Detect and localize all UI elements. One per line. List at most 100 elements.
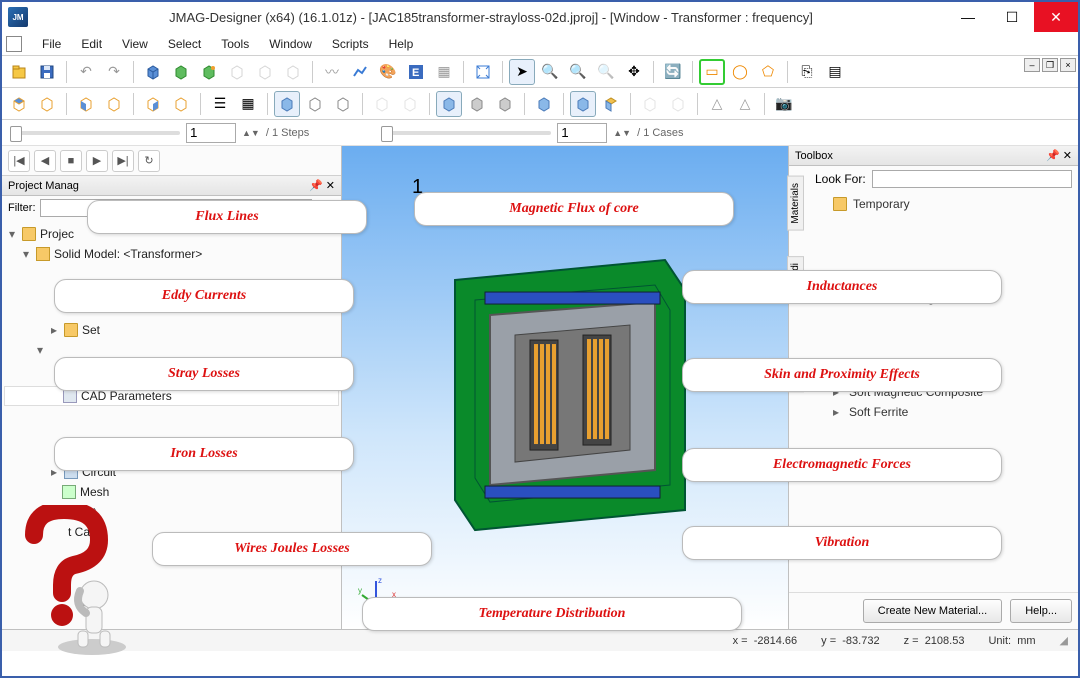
callout-emf: Electromagnetic Forces: [682, 448, 1002, 482]
render-1[interactable]: [436, 91, 462, 117]
tree-root[interactable]: Projec: [40, 227, 74, 241]
camera-button[interactable]: 📷: [771, 91, 797, 117]
menu-scripts[interactable]: Scripts: [322, 35, 379, 53]
panel-pin-icon[interactable]: 📌 ✕: [309, 179, 335, 192]
lookfor-input[interactable]: [872, 170, 1072, 188]
tree-cad-params[interactable]: CAD Parameters: [81, 389, 172, 403]
cube-disabled-1: [224, 59, 250, 85]
menu-help[interactable]: Help: [379, 35, 424, 53]
select-poly-button[interactable]: ⬠: [755, 59, 781, 85]
steps-slider-row: ▲▼ / 1 Steps ▲▼ / 1 Cases: [2, 120, 1078, 146]
zoom-plus-button[interactable]: 🔍: [537, 59, 563, 85]
grid-view-button[interactable]: ▦: [235, 91, 261, 117]
iso-1[interactable]: [531, 91, 557, 117]
fit-view-button[interactable]: [470, 59, 496, 85]
document-icon[interactable]: [6, 36, 22, 52]
vtab-materials[interactable]: Materials: [787, 176, 804, 231]
toolbar-2: ☰ ▦ △ △ 📷: [2, 88, 1078, 120]
maximize-button[interactable]: ☐: [990, 2, 1034, 32]
close-button[interactable]: ✕: [1034, 2, 1078, 32]
status-x: -2814.66: [754, 635, 797, 647]
solid-cube-button[interactable]: [140, 59, 166, 85]
save-button[interactable]: [34, 59, 60, 85]
resize-grip-icon[interactable]: ◢: [1060, 634, 1068, 647]
menu-select[interactable]: Select: [158, 35, 211, 53]
iso-3[interactable]: [598, 91, 624, 117]
menu-file[interactable]: File: [32, 35, 71, 53]
mat-ferrite[interactable]: Soft Ferrite: [849, 405, 908, 419]
select-circle-button[interactable]: ◯: [727, 59, 753, 85]
menu-bar: File Edit View Select Tools Window Scrip…: [2, 32, 1078, 56]
wf-1: [637, 91, 663, 117]
shade-1[interactable]: [274, 91, 300, 117]
render-3[interactable]: [492, 91, 518, 117]
cases-slider[interactable]: [381, 131, 551, 135]
playback-controls: |◀ ◀ ■ ▶ ▶| ↻: [2, 146, 341, 176]
eq-button[interactable]: E: [403, 59, 429, 85]
layers-button[interactable]: ▤: [822, 59, 848, 85]
menu-edit[interactable]: Edit: [71, 35, 112, 53]
minimize-button[interactable]: —: [946, 2, 990, 32]
title-bar: JM JMAG-Designer (x64) (16.1.01z) - [JAC…: [2, 2, 1078, 32]
wirecube-4[interactable]: [101, 91, 127, 117]
callout-magflux: Magnetic Flux of core: [414, 192, 734, 226]
wirecube-3[interactable]: [73, 91, 99, 117]
mdi-controls: – ❐ ×: [1024, 58, 1076, 72]
prev-button[interactable]: ◀: [34, 150, 56, 172]
create-material-button[interactable]: Create New Material...: [863, 599, 1002, 623]
loop-button[interactable]: ↻: [138, 150, 160, 172]
select-rect-button[interactable]: ▭: [699, 59, 725, 85]
tri-1: △: [704, 91, 730, 117]
redo-button[interactable]: ↷: [101, 59, 127, 85]
copy-button[interactable]: ⎘: [794, 59, 820, 85]
mdi-close[interactable]: ×: [1060, 58, 1076, 72]
steps-input[interactable]: [186, 123, 236, 143]
chart-button[interactable]: [347, 59, 373, 85]
shade-2[interactable]: [302, 91, 328, 117]
wirecube-5[interactable]: [140, 91, 166, 117]
grid-disabled: ▦: [431, 59, 457, 85]
rotate-button[interactable]: 🔄: [660, 59, 686, 85]
tree-solid-model[interactable]: Solid Model: <Transformer>: [54, 247, 202, 261]
wirecube-2[interactable]: [34, 91, 60, 117]
tree-set[interactable]: Set: [82, 323, 100, 337]
transformer-model[interactable]: [415, 220, 715, 543]
menu-window[interactable]: Window: [259, 35, 322, 53]
play-button[interactable]: ▶: [86, 150, 108, 172]
toolbox-pin-icon[interactable]: 📌 ✕: [1046, 149, 1072, 162]
wirecube-1[interactable]: [6, 91, 32, 117]
pointer-button[interactable]: ➤: [509, 59, 535, 85]
steps-slider[interactable]: [10, 131, 180, 135]
shade-d1: [369, 91, 395, 117]
stop-button[interactable]: ■: [60, 150, 82, 172]
mdi-minimize[interactable]: –: [1024, 58, 1040, 72]
pan-button[interactable]: ✥: [621, 59, 647, 85]
cases-input[interactable]: [557, 123, 607, 143]
render-2[interactable]: [464, 91, 490, 117]
menu-view[interactable]: View: [112, 35, 158, 53]
svg-text:E: E: [412, 67, 419, 79]
menu-tools[interactable]: Tools: [211, 35, 259, 53]
iso-2[interactable]: [570, 91, 596, 117]
help-button[interactable]: Help...: [1010, 599, 1072, 623]
wirecube-6[interactable]: [168, 91, 194, 117]
svg-text:z: z: [378, 576, 382, 585]
toolbox-title: Toolbox: [795, 150, 833, 162]
green-cube2-button[interactable]: [196, 59, 222, 85]
zoom-box-button[interactable]: 🔍: [565, 59, 591, 85]
palette-button[interactable]: 🎨: [375, 59, 401, 85]
app-icon: JM: [8, 7, 28, 27]
shade-3[interactable]: [330, 91, 356, 117]
green-cube-button[interactable]: [168, 59, 194, 85]
question-figure-icon: [14, 505, 134, 658]
toolbar-1: ↶ ↷ 〰 🎨 E ▦ ➤ 🔍 🔍 🔍 ✥ 🔄 ▭ ◯ ⬠ ⎘ ▤: [2, 56, 1078, 88]
wf-2: [665, 91, 691, 117]
tree-mesh[interactable]: Mesh: [80, 485, 109, 499]
first-button[interactable]: |◀: [8, 150, 30, 172]
mat-temporary[interactable]: Temporary: [853, 197, 910, 211]
mdi-restore[interactable]: ❐: [1042, 58, 1058, 72]
last-button[interactable]: ▶|: [112, 150, 134, 172]
undo-button[interactable]: ↶: [73, 59, 99, 85]
list-view-button[interactable]: ☰: [207, 91, 233, 117]
new-project-button[interactable]: [6, 59, 32, 85]
